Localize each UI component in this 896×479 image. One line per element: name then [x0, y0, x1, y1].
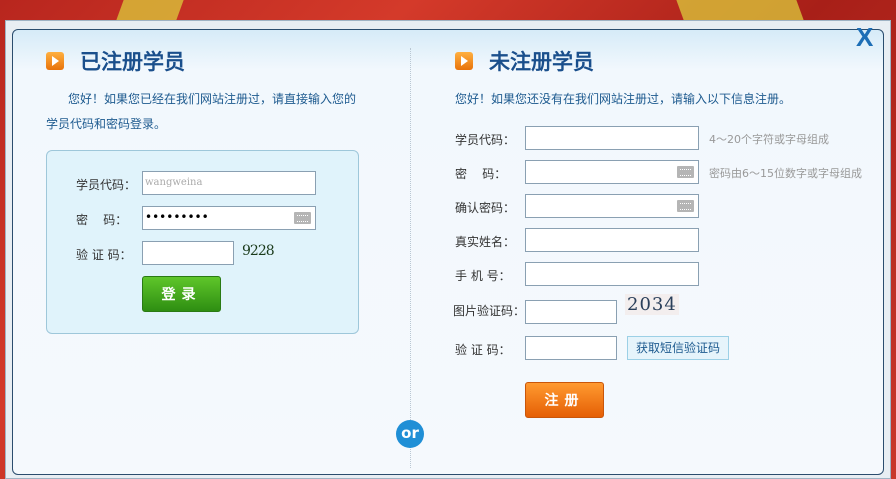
- section-divider: [410, 48, 411, 468]
- login-intro-line2: 学员代码和密码登录。: [46, 117, 167, 131]
- play-arrow-icon: [455, 52, 473, 70]
- close-button[interactable]: X: [856, 22, 873, 53]
- register-title-text: 未注册学员: [489, 50, 594, 74]
- register-captcha-image[interactable]: 2034: [625, 294, 679, 315]
- keyboard-icon[interactable]: [294, 212, 311, 224]
- password-label: 密 码：: [76, 213, 128, 227]
- user-code-label: 学员代码：: [76, 178, 137, 192]
- keyboard-icon[interactable]: [677, 200, 694, 212]
- play-arrow-icon: [46, 52, 64, 70]
- or-badge: or: [396, 420, 424, 448]
- sms-code-label: 验 证 码：: [455, 343, 511, 357]
- reg-user-code-label: 学员代码：: [455, 133, 516, 147]
- password-mask: •••••••••: [145, 210, 209, 224]
- image-captcha-input[interactable]: [525, 300, 617, 324]
- sms-code-input[interactable]: [525, 336, 617, 360]
- login-password-input[interactable]: •••••••••: [142, 206, 316, 230]
- background-decoration: [116, 0, 184, 20]
- login-intro-line1: 您好！如果您已经在我们网站注册过，请直接输入您的: [68, 92, 357, 106]
- confirm-password-label: 确认密码：: [455, 201, 516, 215]
- keyboard-icon[interactable]: [677, 166, 694, 178]
- image-captcha-label: 图片验证码：: [453, 304, 526, 318]
- confirm-password-input[interactable]: [525, 194, 699, 218]
- real-name-label: 真实姓名：: [455, 235, 516, 249]
- phone-input[interactable]: [525, 262, 699, 286]
- register-section-title: 未注册学员: [455, 46, 594, 76]
- register-button[interactable]: 注册: [525, 382, 604, 418]
- login-captcha-input[interactable]: [142, 241, 234, 265]
- background-decoration: [676, 0, 804, 20]
- login-button[interactable]: 登录: [142, 276, 221, 312]
- user-code-hint: 4～20个字符或字母组成: [709, 133, 829, 146]
- reg-user-code-input[interactable]: [525, 126, 699, 150]
- login-user-code-input[interactable]: wangweina: [142, 171, 316, 195]
- login-section-title: 已注册学员: [46, 46, 185, 76]
- password-hint: 密码由6～15位数字或字母组成: [709, 167, 862, 180]
- register-intro: 您好！如果您还没有在我们网站注册过，请输入以下信息注册。: [455, 92, 792, 106]
- real-name-input[interactable]: [525, 228, 699, 252]
- reg-password-label: 密 码：: [455, 167, 507, 181]
- phone-label: 手 机 号：: [455, 269, 511, 283]
- reg-password-input[interactable]: [525, 160, 699, 184]
- login-title-text: 已注册学员: [80, 50, 185, 74]
- get-sms-code-button[interactable]: 获取短信验证码: [627, 336, 729, 360]
- login-intro: 您好！如果您已经在我们网站注册过，请直接输入您的 学员代码和密码登录。: [46, 87, 366, 137]
- captcha-label: 验 证 码：: [76, 248, 132, 262]
- login-captcha-image[interactable]: 9228: [242, 243, 275, 259]
